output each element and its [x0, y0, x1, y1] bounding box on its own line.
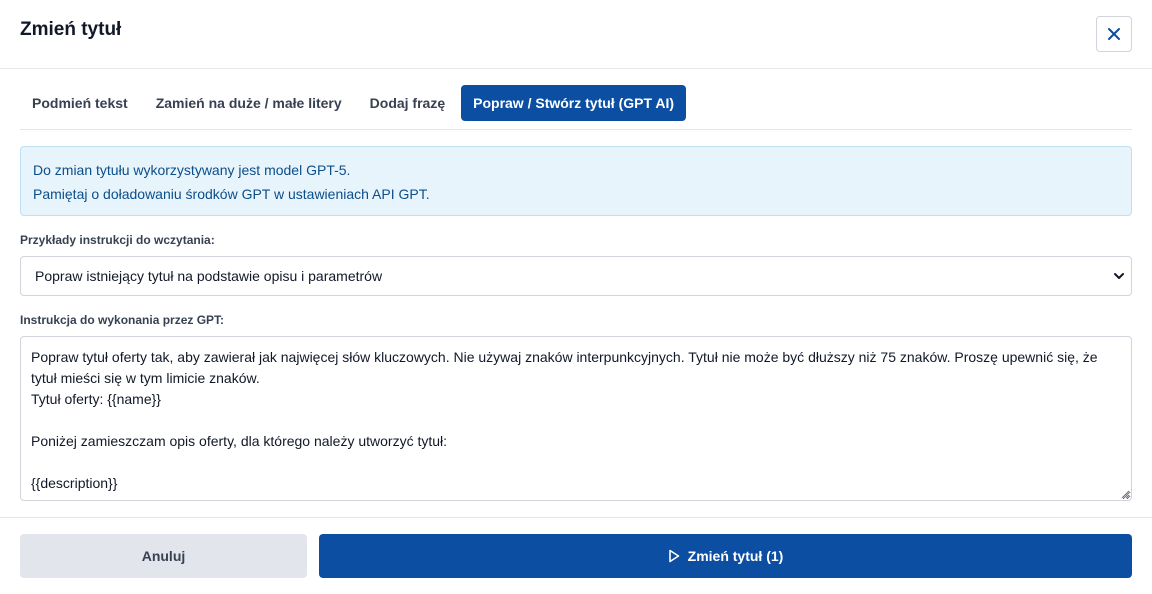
tab-add-phrase[interactable]: Dodaj frazę	[358, 85, 457, 121]
examples-selected-value: Popraw istniejący tytuł na podstawie opi…	[35, 268, 383, 284]
instruction-label: Instrukcja do wykonania przez GPT:	[20, 313, 225, 327]
tab-change-case[interactable]: Zamień na duże / małe litery	[144, 85, 354, 121]
change-title-label: Zmień tytuł (1)	[687, 548, 784, 564]
play-icon	[668, 549, 679, 563]
tab-gpt-title[interactable]: Popraw / Stwórz tytuł (GPT AI)	[461, 85, 687, 121]
tab-bar: Podmień tekst Zamień na duże / małe lite…	[20, 85, 1132, 130]
close-button[interactable]	[1096, 16, 1132, 52]
info-alert: Do zmian tytułu wykorzystywany jest mode…	[20, 146, 1132, 216]
close-icon	[1108, 28, 1120, 40]
cancel-button[interactable]: Anuluj	[20, 534, 307, 578]
dialog-header: Zmień tytuł	[0, 0, 1152, 69]
resize-grip-icon[interactable]	[1121, 490, 1130, 499]
dialog-title: Zmień tytuł	[20, 19, 122, 40]
instruction-textarea[interactable]: Popraw tytuł oferty tak, aby zawierał ja…	[20, 336, 1132, 501]
alert-line-model: Do zmian tytułu wykorzystywany jest mode…	[33, 162, 351, 178]
alert-line-funds: Pamiętaj o doładowaniu środków GPT w ust…	[33, 186, 430, 202]
examples-select[interactable]: Popraw istniejący tytuł na podstawie opi…	[20, 256, 1132, 296]
examples-label: Przykłady instrukcji do wczytania:	[20, 233, 215, 247]
chevron-down-icon	[1114, 273, 1124, 279]
change-title-button[interactable]: Zmień tytuł (1)	[319, 534, 1132, 578]
tab-replace-text[interactable]: Podmień tekst	[20, 85, 140, 121]
